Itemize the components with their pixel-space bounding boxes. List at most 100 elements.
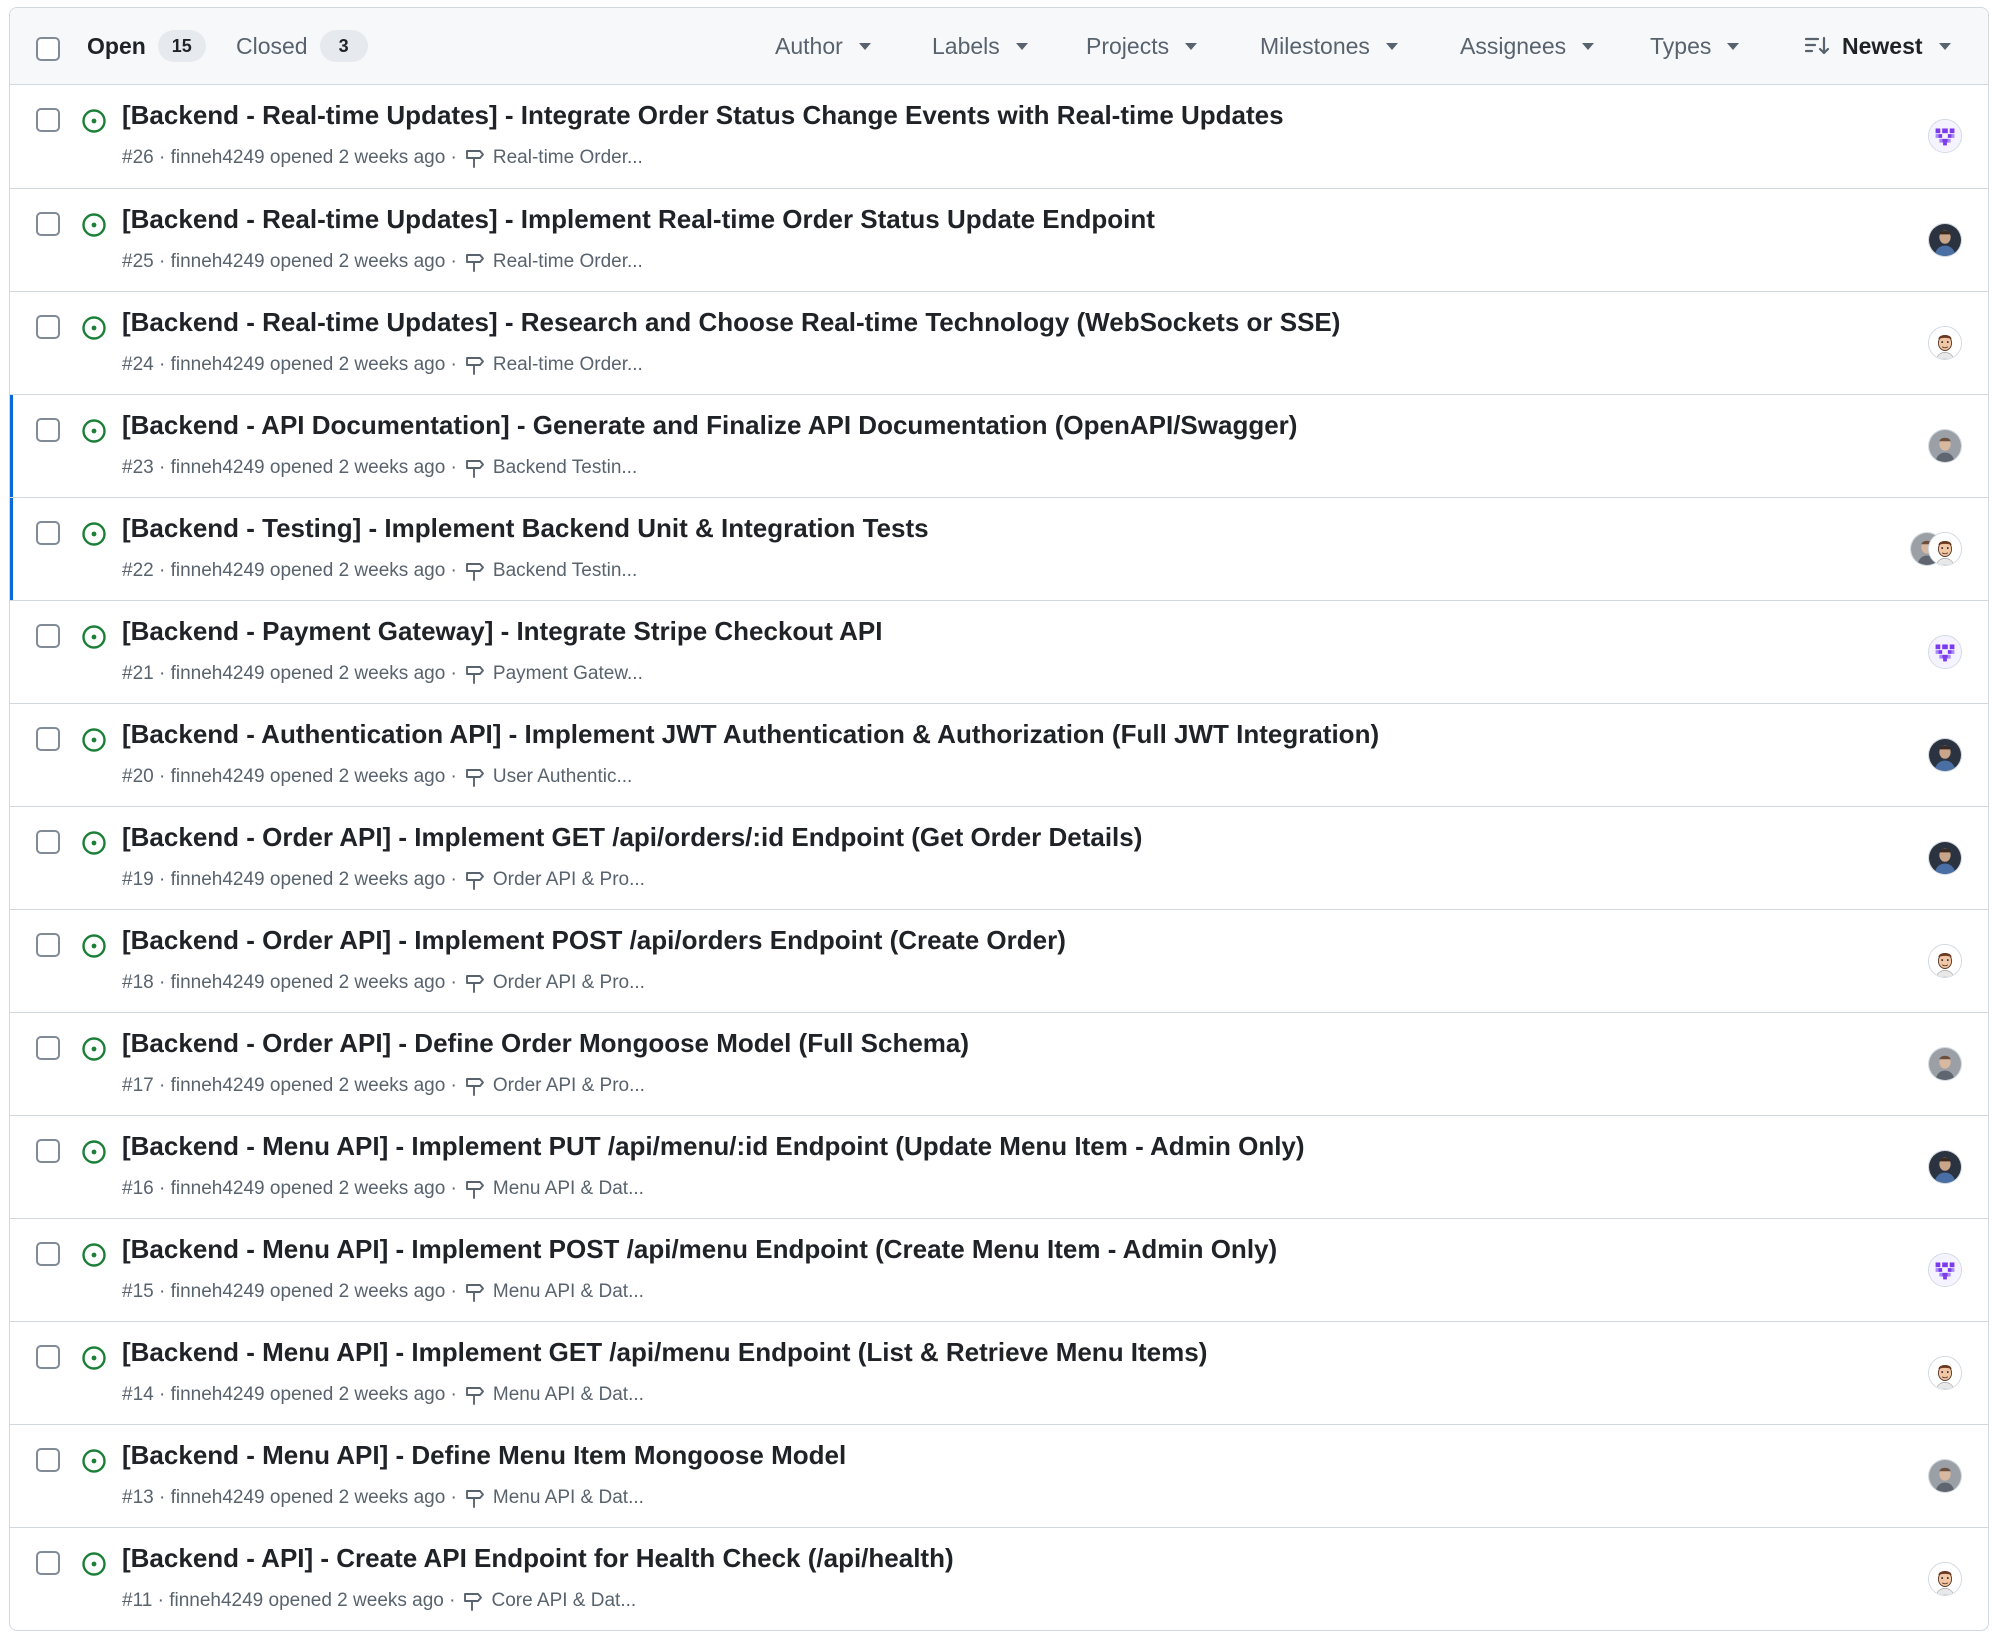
issue-title-link[interactable]: [Backend - Testing] - Implement Backend …	[122, 513, 929, 544]
issue-row[interactable]: [Backend - Menu API] - Implement GET /ap…	[10, 1321, 1988, 1424]
milestone-link[interactable]: Backend Testin...	[493, 560, 637, 582]
issue-title-link[interactable]: [Backend - Order API] - Implement POST /…	[122, 925, 1066, 956]
milestone-link[interactable]: Real-time Order...	[493, 147, 643, 169]
issue-checkbox[interactable]	[36, 212, 60, 236]
assignee-avatars[interactable]	[1928, 223, 1962, 257]
issue-row[interactable]: [Backend - Order API] - Implement GET /a…	[10, 806, 1988, 909]
issue-checkbox[interactable]	[36, 727, 60, 751]
assignee-avatars[interactable]	[1928, 1459, 1962, 1493]
issue-row[interactable]: [Backend - Real-time Updates] - Integrat…	[10, 85, 1988, 188]
labels-filter[interactable]: Labels	[932, 8, 1028, 84]
issue-title-link[interactable]: [Backend - Order API] - Define Order Mon…	[122, 1028, 969, 1059]
milestone-link[interactable]: Backend Testin...	[493, 457, 637, 479]
issue-title-link[interactable]: [Backend - Real-time Updates] - Integrat…	[122, 100, 1284, 131]
assignee-avatars[interactable]	[1928, 326, 1962, 360]
avatar[interactable]	[1928, 841, 1962, 875]
assignee-avatars[interactable]	[1928, 1047, 1962, 1081]
assignee-avatars[interactable]	[1928, 1562, 1962, 1596]
milestone-link[interactable]: User Authentic...	[493, 766, 632, 788]
avatar[interactable]	[1928, 1253, 1962, 1287]
issue-checkbox[interactable]	[36, 315, 60, 339]
issue-title-link[interactable]: [Backend - Real-time Updates] - Research…	[122, 307, 1340, 338]
issue-checkbox[interactable]	[36, 830, 60, 854]
milestone-link[interactable]: Menu API & Dat...	[493, 1281, 644, 1303]
avatar[interactable]	[1928, 1459, 1962, 1493]
issue-checkbox[interactable]	[36, 1448, 60, 1472]
issue-checkbox[interactable]	[36, 1345, 60, 1369]
milestone-link[interactable]: Real-time Order...	[493, 251, 643, 273]
assignee-avatars[interactable]	[1928, 841, 1962, 875]
issue-row[interactable]: [Backend - Real-time Updates] - Research…	[10, 291, 1988, 394]
issue-row[interactable]: [Backend - API Documentation] - Generate…	[10, 394, 1988, 497]
issue-title-link[interactable]: [Backend - API Documentation] - Generate…	[122, 410, 1297, 441]
issue-checkbox[interactable]	[36, 418, 60, 442]
assignee-avatars[interactable]	[1928, 635, 1962, 669]
issue-title-link[interactable]: [Backend - Order API] - Implement GET /a…	[122, 822, 1142, 853]
issue-checkbox[interactable]	[36, 1242, 60, 1266]
issue-row[interactable]: [Backend - Menu API] - Define Menu Item …	[10, 1424, 1988, 1527]
assignee-avatars[interactable]	[1928, 944, 1962, 978]
issue-title-link[interactable]: [Backend - Authentication API] - Impleme…	[122, 719, 1379, 750]
assignee-avatars[interactable]	[1928, 429, 1962, 463]
avatar[interactable]	[1928, 1150, 1962, 1184]
issue-row[interactable]: [Backend - API] - Create API Endpoint fo…	[10, 1527, 1988, 1630]
issue-row[interactable]: [Backend - Authentication API] - Impleme…	[10, 703, 1988, 806]
assignees-filter[interactable]: Assignees	[1460, 8, 1595, 84]
select-all-checkbox[interactable]	[36, 37, 60, 61]
issue-row[interactable]: [Backend - Menu API] - Implement POST /a…	[10, 1218, 1988, 1321]
issue-title-link[interactable]: [Backend - Menu API] - Implement PUT /ap…	[122, 1131, 1305, 1162]
avatar[interactable]	[1928, 326, 1962, 360]
milestone-link[interactable]: Payment Gatew...	[493, 663, 643, 685]
avatar[interactable]	[1928, 1356, 1962, 1390]
milestones-filter[interactable]: Milestones	[1260, 8, 1398, 84]
milestone-link[interactable]: Menu API & Dat...	[493, 1178, 644, 1200]
assignee-avatars[interactable]	[1928, 119, 1962, 153]
issue-checkbox[interactable]	[36, 1036, 60, 1060]
milestone-link[interactable]: Real-time Order...	[493, 354, 643, 376]
issue-checkbox[interactable]	[36, 1139, 60, 1163]
issue-title-link[interactable]: [Backend - API] - Create API Endpoint fo…	[122, 1543, 954, 1574]
tab-closed[interactable]: Closed 3	[236, 8, 368, 84]
assignee-avatars[interactable]	[1928, 1356, 1962, 1390]
issue-row[interactable]: [Backend - Payment Gateway] - Integrate …	[10, 600, 1988, 703]
issue-row[interactable]: [Backend - Order API] - Implement POST /…	[10, 909, 1988, 1012]
avatar[interactable]	[1928, 738, 1962, 772]
avatar[interactable]	[1928, 119, 1962, 153]
issue-checkbox[interactable]	[36, 1551, 60, 1575]
avatar[interactable]	[1928, 429, 1962, 463]
assignee-avatars[interactable]	[1928, 1253, 1962, 1287]
avatar[interactable]	[1928, 635, 1962, 669]
issue-title-link[interactable]: [Backend - Payment Gateway] - Integrate …	[122, 616, 882, 647]
milestone-link[interactable]: Order API & Pro...	[493, 1075, 645, 1097]
sort-dropdown[interactable]: Newest	[1804, 8, 1951, 84]
milestone-link[interactable]: Order API & Pro...	[493, 869, 645, 891]
issue-title-link[interactable]: [Backend - Menu API] - Implement GET /ap…	[122, 1337, 1207, 1368]
avatar[interactable]	[1928, 1562, 1962, 1596]
issue-row[interactable]: [Backend - Order API] - Define Order Mon…	[10, 1012, 1988, 1115]
issue-checkbox[interactable]	[36, 521, 60, 545]
issue-title-link[interactable]: [Backend - Menu API] - Implement POST /a…	[122, 1234, 1277, 1265]
author-filter[interactable]: Author	[775, 8, 871, 84]
avatar[interactable]	[1928, 532, 1962, 566]
assignee-avatars[interactable]	[1910, 532, 1962, 566]
milestone-link[interactable]: Core API & Dat...	[491, 1590, 636, 1612]
issue-title-link[interactable]: [Backend - Menu API] - Define Menu Item …	[122, 1440, 846, 1471]
assignee-avatars[interactable]	[1928, 1150, 1962, 1184]
issue-checkbox[interactable]	[36, 108, 60, 132]
tab-open[interactable]: Open 15	[87, 8, 206, 84]
issue-row[interactable]: [Backend - Testing] - Implement Backend …	[10, 497, 1988, 600]
issue-row[interactable]: [Backend - Menu API] - Implement PUT /ap…	[10, 1115, 1988, 1218]
avatar[interactable]	[1928, 944, 1962, 978]
milestone-link[interactable]: Order API & Pro...	[493, 972, 645, 994]
issue-checkbox[interactable]	[36, 624, 60, 648]
milestone-link[interactable]: Menu API & Dat...	[493, 1384, 644, 1406]
types-filter[interactable]: Types	[1650, 8, 1740, 84]
issue-title-link[interactable]: [Backend - Real-time Updates] - Implemen…	[122, 204, 1155, 235]
avatar[interactable]	[1928, 223, 1962, 257]
assignee-avatars[interactable]	[1928, 738, 1962, 772]
issue-checkbox[interactable]	[36, 933, 60, 957]
issue-row[interactable]: [Backend - Real-time Updates] - Implemen…	[10, 188, 1988, 291]
avatar[interactable]	[1928, 1047, 1962, 1081]
milestone-link[interactable]: Menu API & Dat...	[493, 1487, 644, 1509]
projects-filter[interactable]: Projects	[1086, 8, 1198, 84]
